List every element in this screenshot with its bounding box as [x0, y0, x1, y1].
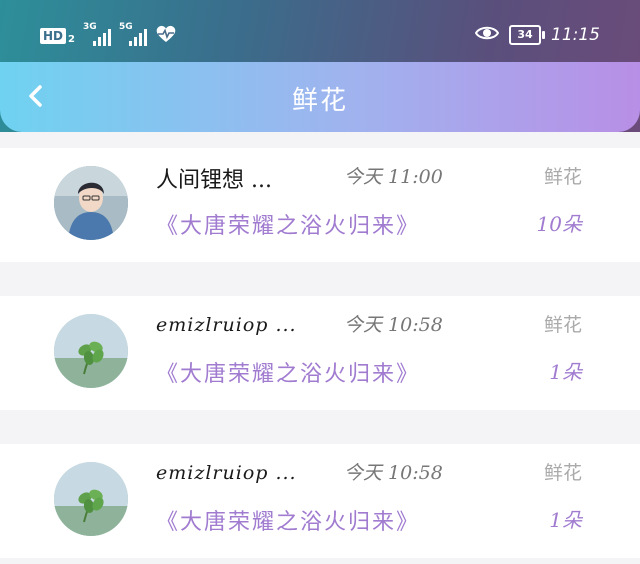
page-header: 鲜花: [0, 62, 640, 132]
clover-avatar-image: [54, 462, 128, 536]
avatar[interactable]: [54, 166, 128, 240]
eye-icon: [474, 24, 500, 46]
user-name: emizlruiop ...: [156, 462, 297, 484]
record-time: 今天 11:00: [344, 166, 443, 188]
record-time: 今天 10:58: [344, 314, 443, 336]
record-time: 今天 10:58: [344, 462, 443, 484]
flower-count: 10朵: [536, 212, 582, 236]
status-left: HD 2 3G 5G: [40, 22, 177, 48]
hd-sim-number: 2: [68, 33, 75, 45]
gift-type: 鲜花: [543, 314, 582, 336]
book-title[interactable]: 《大唐荣耀之浴火归来》: [156, 504, 420, 536]
hd-badge: HD: [40, 28, 67, 44]
list-item[interactable]: emizlruiop ... 今天 10:58 鲜花 《大唐荣耀之浴火归来》 1…: [0, 296, 640, 410]
list-item[interactable]: 人间锂想 ... 今天 11:00 鲜花 《大唐荣耀之浴火归来》 10朵: [0, 148, 640, 262]
gift-type: 鲜花: [543, 462, 582, 484]
book-title[interactable]: 《大唐荣耀之浴火归来》: [156, 208, 420, 240]
user-name: 人间锂想 ...: [156, 168, 272, 193]
status-right: 34 11:15: [474, 24, 600, 46]
flower-count: 1朵: [549, 508, 582, 532]
avatar[interactable]: [54, 314, 128, 388]
list-item[interactable]: emizlruiop ... 今天 10:58 鲜花 《大唐荣耀之浴火归来》 1…: [0, 444, 640, 558]
gift-type: 鲜花: [543, 166, 582, 188]
signal-3g-icon: 3G: [83, 22, 111, 46]
avatar[interactable]: [54, 462, 128, 536]
flower-record-list: 人间锂想 ... 今天 11:00 鲜花 《大唐荣耀之浴火归来》 10朵 emi…: [0, 148, 640, 558]
book-title[interactable]: 《大唐荣耀之浴火归来》: [156, 356, 420, 388]
person-avatar-image: [54, 166, 128, 240]
heart-rate-icon: [155, 24, 177, 48]
signal-5g-icon: 5G: [119, 22, 147, 46]
clover-avatar-image: [54, 314, 128, 388]
status-bar: HD 2 3G 5G 34 11:15: [0, 0, 640, 62]
battery-icon: 34: [509, 25, 545, 45]
status-time: 11:15: [551, 25, 600, 45]
user-name: emizlruiop ...: [156, 314, 297, 336]
flower-count: 1朵: [549, 360, 582, 384]
page-title: 鲜花: [291, 86, 348, 116]
